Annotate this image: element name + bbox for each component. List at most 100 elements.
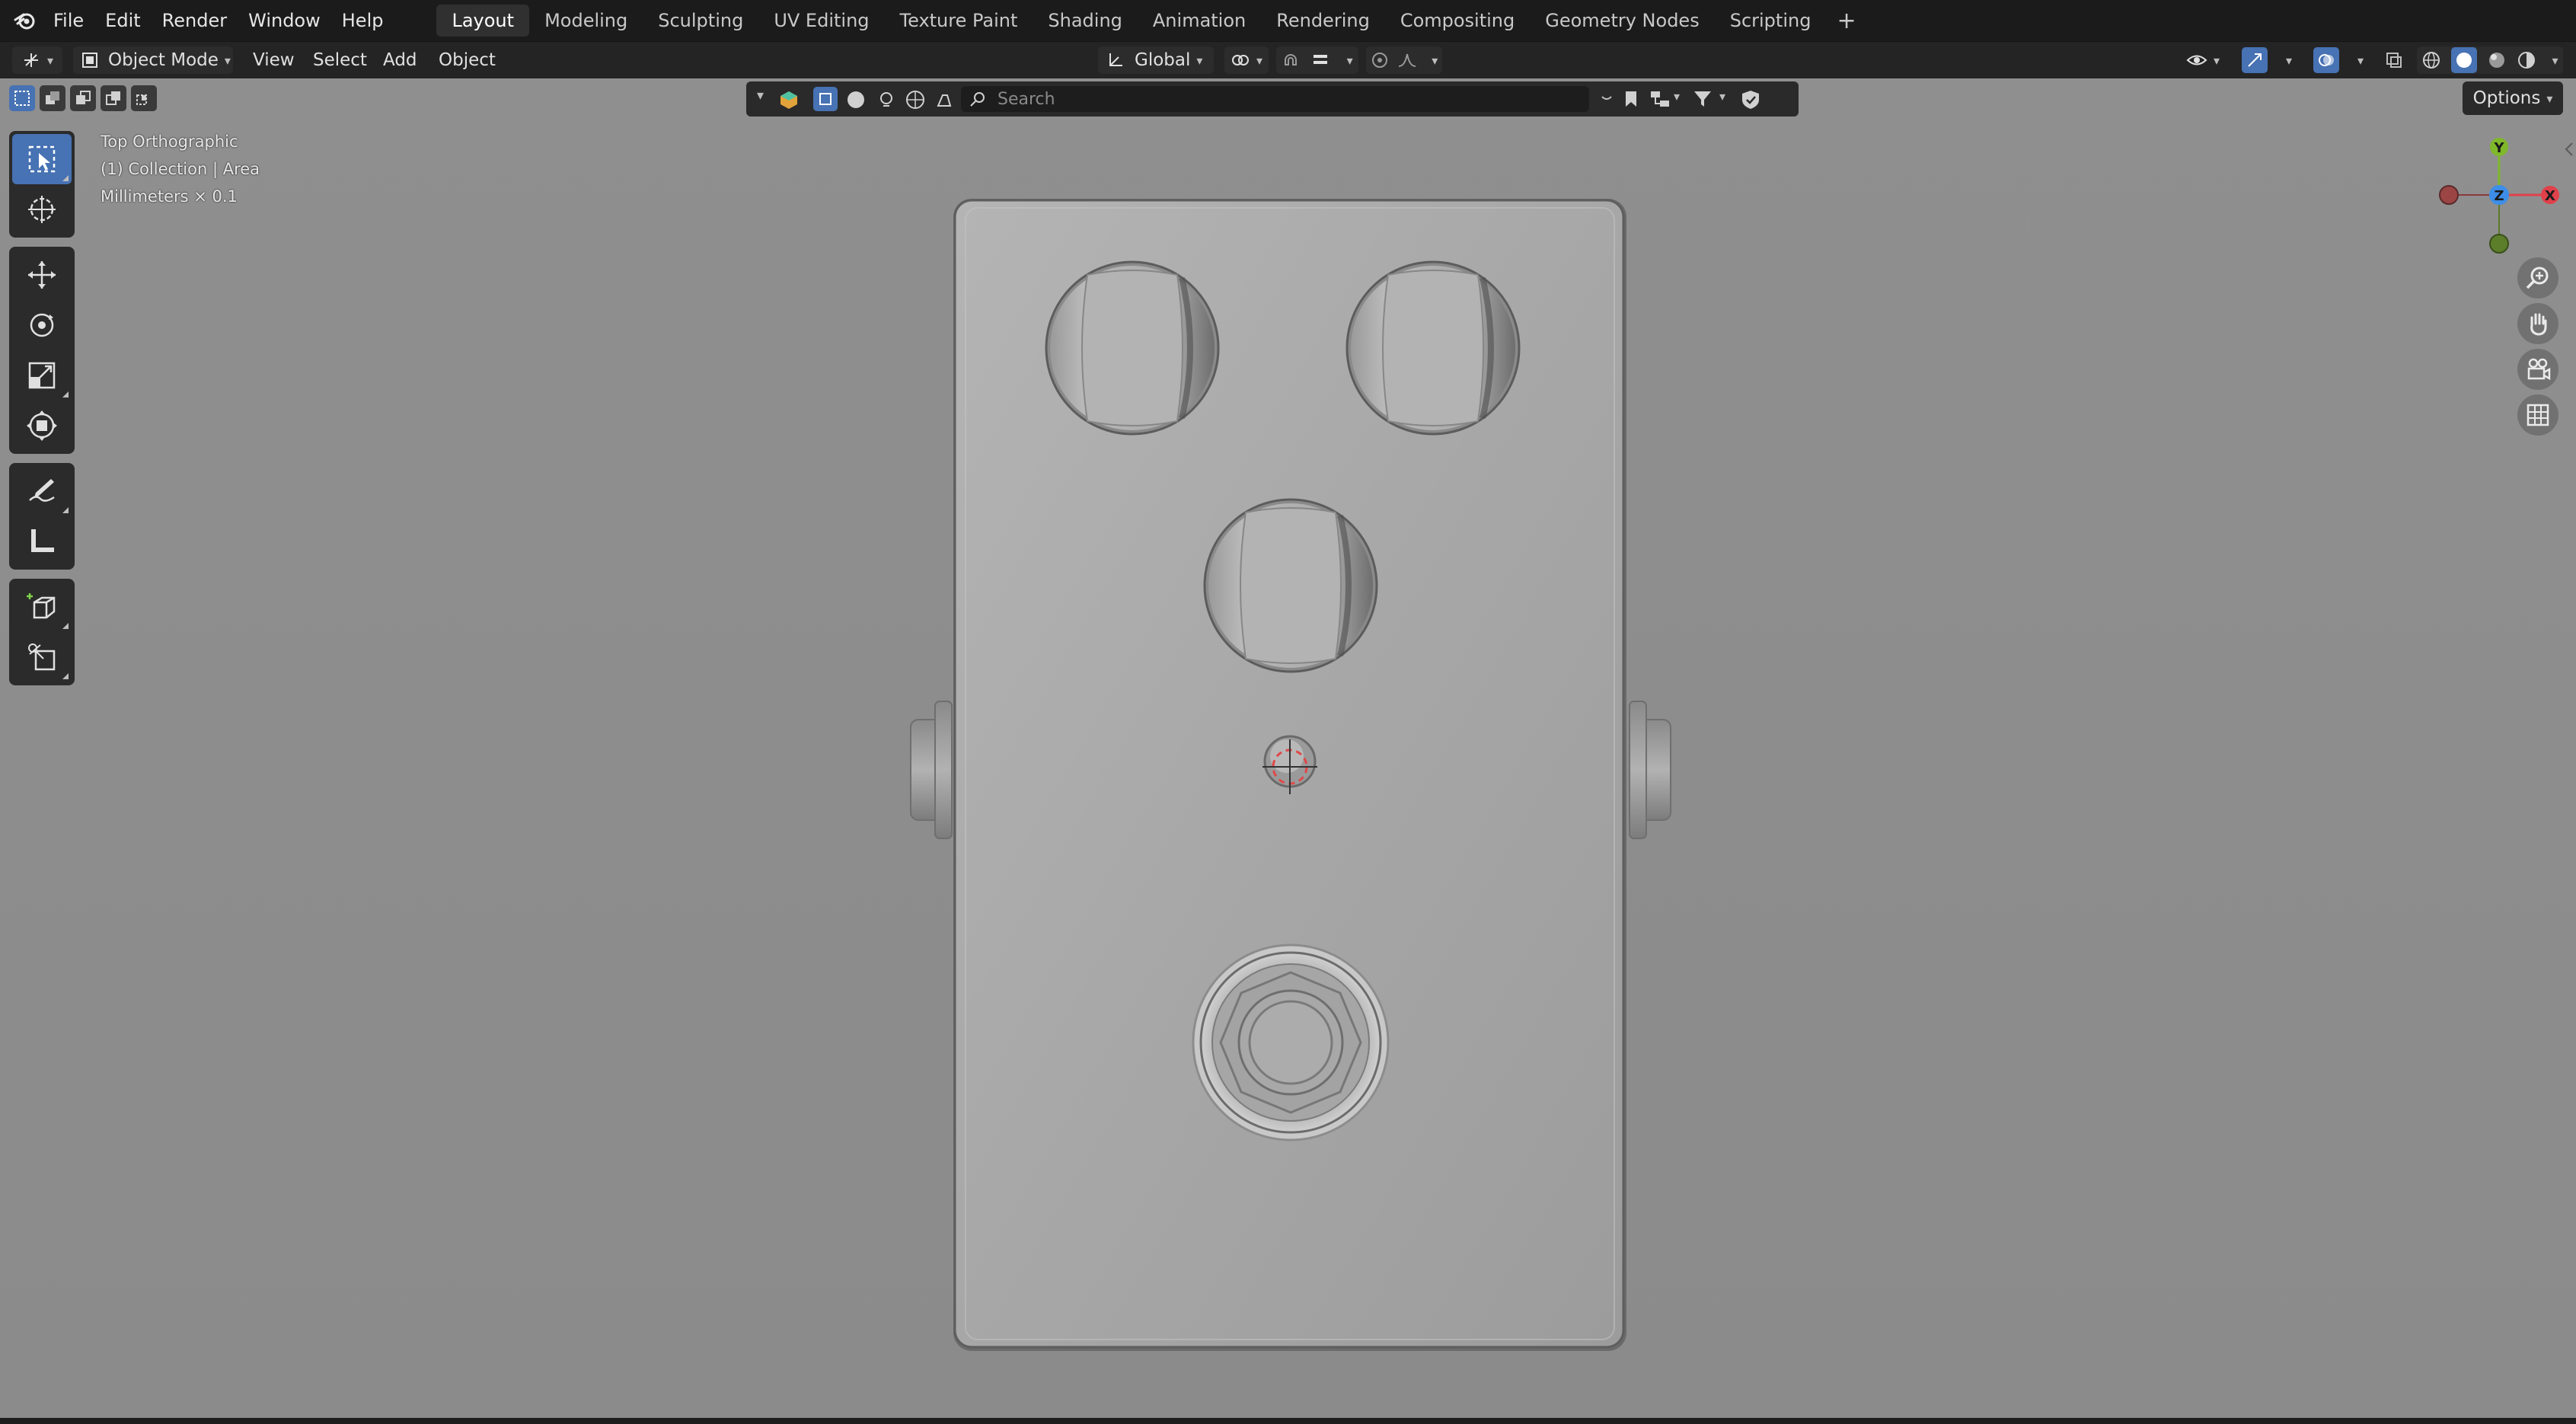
tab-uv-editing[interactable]: UV Editing (758, 5, 884, 37)
menu-help[interactable]: Help (331, 0, 394, 41)
solid-shading-icon[interactable] (2451, 47, 2478, 73)
menu-select[interactable]: Select (313, 46, 367, 74)
tab-layout[interactable]: Layout (436, 5, 530, 37)
filter-funnel-icon[interactable] (1692, 89, 1713, 109)
select-subtract-icon[interactable] (70, 85, 96, 111)
xray-toggle[interactable] (2380, 46, 2408, 74)
wireframe-shading-icon[interactable] (2421, 50, 2441, 70)
options-label: Options (2472, 88, 2541, 108)
chevron-down-icon[interactable]: ▾ (757, 88, 764, 104)
transform-orientation-dropdown[interactable]: Global ▾ (1098, 46, 1214, 74)
menu-render[interactable]: Render (152, 0, 238, 41)
menu-view[interactable]: View (253, 46, 295, 74)
extrude-cut-tool-icon[interactable] (12, 632, 72, 682)
gizmo-neg-x-axis[interactable] (2439, 185, 2459, 205)
chevron-down-icon[interactable]: ▾ (1674, 89, 1680, 104)
gizmo-y-label: Y (2493, 140, 2504, 156)
gizmo-y-axis[interactable]: Y (2490, 138, 2508, 156)
orthographic-grid-icon[interactable] (2517, 394, 2558, 436)
pan-hand-icon[interactable] (2517, 303, 2558, 344)
select-difference-icon[interactable] (101, 85, 126, 111)
sphere-filter-icon[interactable] (845, 89, 867, 110)
tab-shading[interactable]: Shading (1033, 5, 1138, 37)
orientation-axes-icon (1109, 53, 1122, 66)
proportional-editing-icon (1371, 53, 1387, 68)
annotate-tool-icon[interactable] (12, 466, 72, 516)
top-bar: File Edit Render Window Help Layout Mode… (0, 0, 2576, 41)
object-filter-icon[interactable] (813, 87, 838, 111)
tab-compositing[interactable]: Compositing (1385, 5, 1530, 37)
chevron-down-icon: ▾ (1196, 53, 1203, 68)
cursor-tool-icon[interactable] (12, 184, 72, 235)
chevron-down-icon[interactable] (1599, 91, 1614, 106)
select-extend-icon[interactable] (40, 85, 65, 111)
chevron-down-icon: ▾ (1432, 53, 1438, 68)
view-name-label: Top Orthographic (101, 133, 238, 151)
move-tool-icon[interactable] (12, 250, 72, 300)
select-box-tool-icon[interactable] (12, 134, 72, 184)
proportional-editing-controls[interactable]: ▾ (1366, 46, 1442, 74)
tab-sculpting[interactable]: Sculpting (643, 5, 758, 37)
select-intersect-icon[interactable] (131, 85, 157, 111)
measure-tool-icon[interactable] (12, 516, 72, 567)
scene-collection-icon[interactable] (778, 89, 800, 110)
light-filter-icon[interactable] (876, 89, 897, 110)
status-bar (0, 1418, 2576, 1424)
search-input[interactable]: Search (961, 86, 1589, 112)
menu-object[interactable]: Object (439, 46, 496, 74)
snapping-controls[interactable]: ▾ (1276, 46, 1358, 74)
gizmo-toggle[interactable]: ▾ (2236, 46, 2298, 74)
gizmo-z-label: Z (2494, 188, 2504, 204)
brush-filter-icon[interactable] (934, 89, 955, 110)
right-side-jack (1629, 701, 1671, 839)
world-filter-icon[interactable] (905, 89, 926, 110)
transform-tool-icon[interactable] (12, 401, 72, 451)
add-cube-tool-icon[interactable] (12, 582, 72, 632)
tab-texture-paint[interactable]: Texture Paint (885, 5, 1033, 37)
menu-window[interactable]: Window (238, 0, 331, 41)
menu-edit[interactable]: Edit (94, 0, 151, 41)
bookmark-icon[interactable] (1622, 89, 1640, 109)
chevron-down-icon: ▾ (2546, 91, 2553, 106)
rotate-tool-icon[interactable] (12, 300, 72, 350)
tab-scripting[interactable]: Scripting (1715, 5, 1827, 37)
knob-top-right[interactable] (1345, 260, 1521, 436)
pivot-point-dropdown[interactable]: ▾ (1224, 46, 1269, 74)
chevron-down-icon[interactable]: ▾ (1719, 89, 1725, 104)
tool-group-transform (9, 247, 75, 454)
knob-center[interactable] (1203, 498, 1378, 673)
footswitch[interactable] (1192, 943, 1390, 1141)
blender-logo-icon[interactable] (8, 3, 43, 38)
tab-modeling[interactable]: Modeling (529, 5, 643, 37)
hierarchy-icon[interactable] (1649, 89, 1672, 109)
menu-add[interactable]: Add (383, 46, 417, 74)
rendered-shading-icon[interactable] (2517, 50, 2536, 70)
mode-dropdown[interactable]: Object Mode ▾ (73, 46, 233, 74)
material-preview-icon[interactable] (2487, 50, 2507, 70)
shield-check-icon[interactable] (1741, 89, 1760, 110)
add-workspace-button[interactable]: + (1826, 8, 1866, 34)
tab-geometry-nodes[interactable]: Geometry Nodes (1530, 5, 1714, 37)
chevron-down-icon: ▾ (224, 53, 231, 68)
overlays-toggle[interactable]: ▾ (2307, 46, 2370, 74)
gizmo-z-axis[interactable]: Z (2489, 185, 2509, 205)
gizmo-neg-y-axis[interactable] (2489, 234, 2509, 254)
zoom-icon[interactable] (2517, 257, 2558, 299)
pedal-model[interactable] (0, 78, 2576, 1420)
visibility-dropdown[interactable]: ▾ (2179, 46, 2226, 74)
pivot-icon (1231, 55, 1249, 65)
viewport-header: ▾ Object Mode ▾ View Select Add Object G… (0, 41, 2576, 78)
scale-tool-icon[interactable] (12, 350, 72, 401)
camera-view-icon[interactable] (2517, 349, 2558, 390)
options-dropdown[interactable]: Options ▾ (2463, 81, 2563, 115)
knob-top-left[interactable] (1045, 260, 1220, 436)
editor-type-button[interactable]: ▾ (12, 46, 62, 74)
gizmo-x-axis[interactable]: X (2541, 186, 2559, 204)
sidebar-toggle-icon[interactable] (2563, 142, 2574, 157)
menu-file[interactable]: File (43, 0, 94, 41)
navigation-gizmo[interactable]: Y X Z (2434, 137, 2563, 259)
tab-rendering[interactable]: Rendering (1261, 5, 1385, 37)
tab-animation[interactable]: Animation (1138, 5, 1261, 37)
tool-group-add (9, 579, 75, 685)
select-new-icon[interactable] (9, 85, 35, 111)
